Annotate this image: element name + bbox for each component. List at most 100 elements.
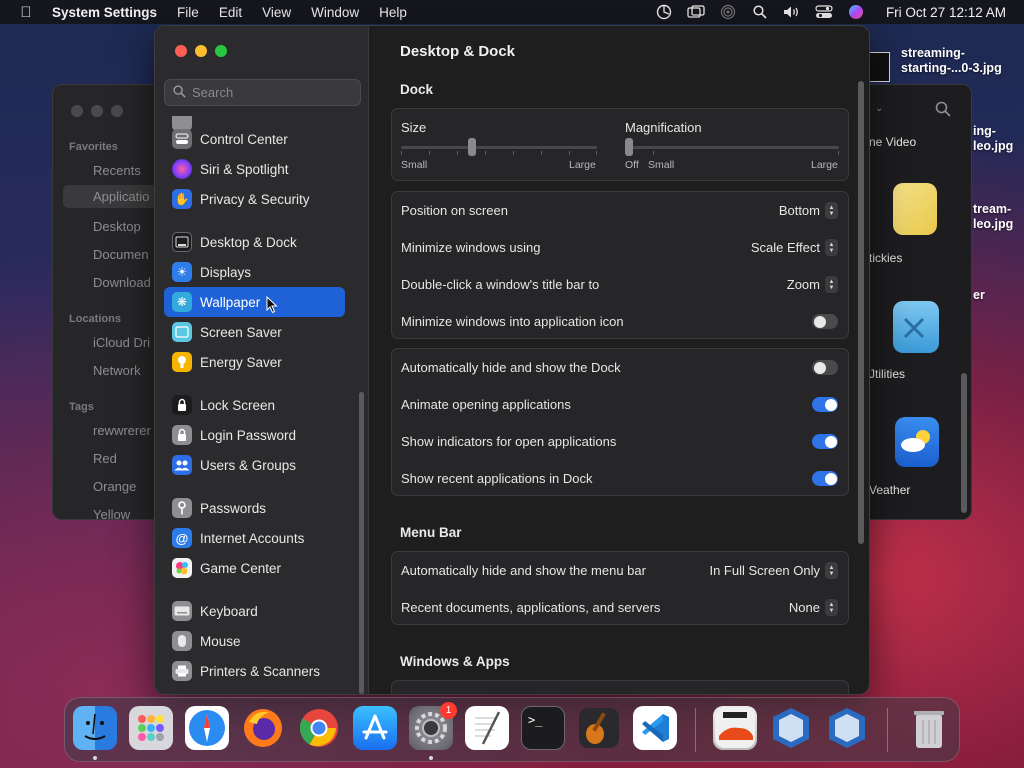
sidebar-scrollbar[interactable] [359,392,364,694]
finder-item-desktop[interactable]: Desktop [93,219,141,234]
sidebar-item-lock-screen[interactable]: Lock Screen [164,390,345,420]
finder-item-icloud[interactable]: iCloud Dri [93,335,150,350]
textedit-icon[interactable] [465,706,509,750]
minimize-button[interactable] [195,45,207,57]
sidebar-item-siri-spotlight[interactable]: Siri & Spotlight [164,154,345,184]
sidebar-item-label: Energy Saver [200,354,282,370]
desktop-file-3[interactable]: tream- leo.jpg [973,202,1013,232]
autohide-dock-toggle[interactable] [812,360,838,375]
close-button[interactable] [175,45,187,57]
position-on-screen-popup[interactable]: Bottom ▲ ▼ [779,202,838,219]
trash-icon[interactable] [907,706,951,750]
volume-icon[interactable] [778,2,806,22]
sidebar-item-game-center[interactable]: Game Center [164,553,345,583]
sidebar-item-wallpaper[interactable]: ❋ Wallpaper [164,287,345,317]
recent-documents-popup[interactable]: None ▲ ▼ [789,599,838,616]
system-settings-icon[interactable]: 1 [409,702,457,750]
desktop-file-2[interactable]: ing- leo.jpg [973,124,1013,154]
virtualbox-icon[interactable] [769,706,813,750]
settings-search-field[interactable] [164,79,361,106]
content-scrollbar[interactable] [858,81,864,544]
utilities-folder-icon[interactable] [893,301,939,353]
apple-menu-icon[interactable]:  [10,4,42,21]
sidebar-item-displays[interactable]: ☀ Displays [164,257,345,287]
terminal-icon[interactable]: >_ [521,706,565,750]
sidebar-item-label: Displays [200,264,252,280]
spotlight-search-icon[interactable] [746,2,774,22]
finder-item-downloads[interactable]: Download [93,275,151,290]
search-input[interactable] [192,85,342,100]
finder-tag-red[interactable]: Red [93,451,117,466]
sidebar-item-privacy-security[interactable]: ✋ Privacy & Security [164,184,345,214]
weather-app-icon[interactable] [895,417,939,467]
sidebar-item-internet-accounts[interactable]: @ Internet Accounts [164,523,345,553]
finder-tag-orange[interactable]: Orange [93,479,136,494]
stickies-app-icon[interactable] [893,183,937,235]
menu-file[interactable]: File [167,5,209,20]
sidebar-item-label: Lock Screen [200,397,276,413]
show-indicators-toggle[interactable] [812,434,838,449]
screen-time-icon[interactable] [650,2,678,22]
animate-opening-row: Animate opening applications [392,386,848,423]
show-recent-apps-toggle[interactable] [812,471,838,486]
sidebar-item-mouse[interactable]: Mouse [164,626,345,656]
sidebar-item-keyboard[interactable]: Keyboard [164,596,345,626]
sidebar-item-passwords[interactable]: Passwords [164,493,345,523]
launchpad-icon[interactable] [129,706,173,750]
firefox-icon[interactable] [241,706,285,750]
finder-item-recents[interactable]: Recents [93,163,141,178]
size-max-label: Large [569,159,596,171]
sidebar-item-energy-saver[interactable]: Energy Saver [164,347,345,377]
displays-icon: ☀ [172,262,192,282]
menu-edit[interactable]: Edit [209,5,252,20]
finder-item-documents[interactable]: Documen [93,247,149,262]
sidebar-item-desktop-dock[interactable]: Desktop & Dock [164,227,345,257]
sidebar-item-users-groups[interactable]: Users & Groups [164,450,345,480]
zoom-button[interactable] [215,45,227,57]
size-slider-thumb[interactable] [467,138,476,156]
vscode-icon[interactable] [633,706,677,750]
siri-menu-icon[interactable] [842,2,870,22]
desktop-dock-icon [172,232,192,252]
desktop-file-streaming-starting[interactable]: streaming- starting-...0-3.jpg [901,46,1002,76]
double-click-popup[interactable]: Zoom ▲ ▼ [787,276,838,293]
minimize-into-icon-toggle[interactable] [812,314,838,329]
menu-app-name[interactable]: System Settings [42,5,167,20]
sidebar-item-login-password[interactable]: Login Password [164,420,345,450]
sidebar-item-printers-scanners[interactable]: Printers & Scanners [164,656,345,686]
chrome-icon[interactable] [297,706,341,750]
minimize-effect-popup[interactable]: Scale Effect ▲ ▼ [751,239,838,256]
chevron-down-icon[interactable]: ⌄ [875,103,883,114]
finder-tag-custom[interactable]: rewwrerer [93,423,151,438]
sidebar-item-label: Passwords [200,500,267,516]
menu-help[interactable]: Help [369,5,417,20]
control-center-menu-icon[interactable] [810,2,838,22]
menu-view[interactable]: View [252,5,301,20]
asphalt-icon[interactable] [713,706,757,750]
sidebar-item-control-center[interactable]: Control Center [164,124,345,154]
animate-opening-toggle[interactable] [812,397,838,412]
menu-clock[interactable]: Fri Oct 27 12:12 AM [874,5,1014,20]
finder-item-applications[interactable]: Applicatio [63,185,163,208]
sidebar-item-label: Game Center [200,560,282,576]
screen-mirroring-icon[interactable] [682,2,710,22]
airdrop-icon[interactable] [714,2,742,22]
desktop-file-4[interactable]: er [973,288,985,303]
finder-scrollbar[interactable] [961,373,967,513]
finder-search-icon[interactable] [935,101,951,122]
safari-icon[interactable] [185,706,229,750]
garageband-icon[interactable] [577,706,621,750]
virtualbox-icon[interactable] [825,706,869,750]
menu-window[interactable]: Window [301,5,369,20]
sidebar-item-screen-saver[interactable]: Screen Saver [164,317,345,347]
finder-icon[interactable] [73,706,117,750]
double-click-label: Double-click a window's title bar to [401,277,600,292]
desktop-file-name-line1: tream- [973,202,1012,216]
finder-item-network[interactable]: Network [93,363,141,378]
autohide-menubar-popup[interactable]: In Full Screen Only ▲ ▼ [709,562,838,579]
app-store-icon[interactable] [353,706,397,750]
finder-tag-yellow[interactable]: Yellow [93,507,130,519]
magnification-slider-thumb[interactable] [625,138,633,156]
sidebar-item-label: Users & Groups [200,457,297,473]
position-on-screen-row: Position on screen Bottom ▲ ▼ [392,192,848,229]
